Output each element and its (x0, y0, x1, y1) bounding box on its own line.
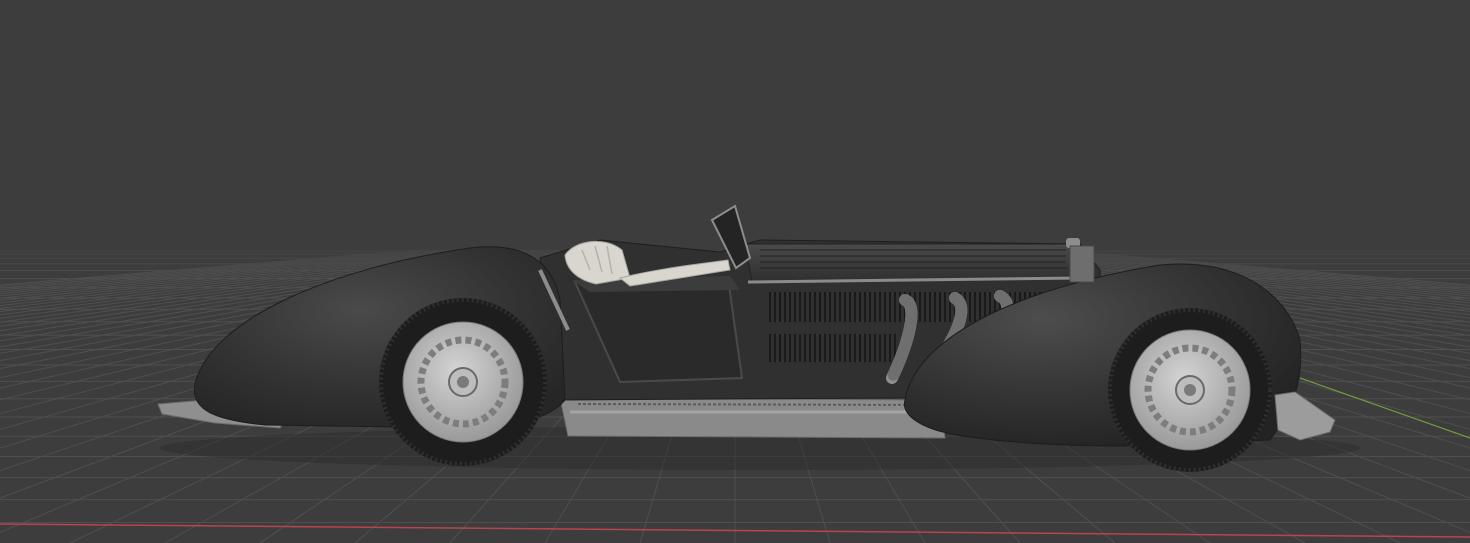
radiator-grille-side (1069, 245, 1095, 283)
front-wheel[interactable] (1108, 308, 1272, 472)
rear-wheel[interactable] (379, 298, 547, 466)
rear-hub-nut (457, 376, 469, 388)
viewport-canvas[interactable] (0, 0, 1470, 543)
running-board (559, 397, 946, 439)
3d-viewport[interactable] (0, 0, 1470, 543)
front-hub-nut (1184, 384, 1196, 396)
